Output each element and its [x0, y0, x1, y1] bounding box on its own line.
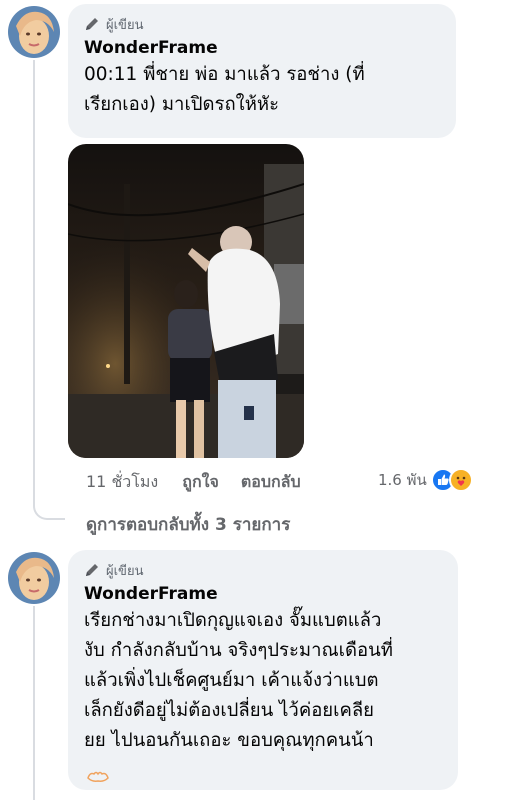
comment-text: 00:11 พี่ชาย พ่อ มาแล้ว รอช่าง (ที่ เรีย…	[84, 60, 440, 120]
author-badge: ผู้เขียน	[84, 560, 442, 580]
thread-line	[33, 606, 35, 800]
comment-photo[interactable]	[68, 144, 304, 458]
comment-author[interactable]: WonderFrame	[84, 584, 442, 604]
hands-emoji-icon	[86, 768, 110, 788]
comment-text-line: ยย ไปนอนกันเถอะ ขอบคุณทุกคนน้า	[84, 730, 374, 751]
comment-text-line: งับ กำลังกลับบ้าน จริงๆประมาณเดือนที่	[84, 640, 393, 661]
comment-text-line: 00:11 พี่ชาย พ่อ มาแล้ว รอช่าง (ที่	[84, 64, 365, 85]
comment-author[interactable]: WonderFrame	[84, 38, 440, 58]
like-button[interactable]: ถูกใจ	[182, 470, 219, 495]
comment-text-line: เล็กยังดีอยู่ไม่ต้องเปลี่ยน ไว้ค่อยเคลีย	[84, 700, 375, 721]
author-badge-label: ผู้เขียน	[106, 17, 144, 33]
comment-text-line: แล้วเพิ่งไปเช็คศูนย์มา เค้าแจ้งว่าแบต	[84, 670, 379, 691]
pencil-icon	[86, 18, 98, 30]
reaction-icons	[430, 468, 473, 492]
thread-reply-connector	[33, 490, 65, 520]
author-badge: ผู้เขียน	[84, 14, 440, 34]
comment-actions: 11 ชั่วโมง ถูกใจ ตอบกลับ	[86, 470, 323, 494]
author-badge-label: ผู้เขียน	[106, 563, 144, 579]
avatar[interactable]	[8, 552, 60, 604]
reply-button[interactable]: ตอบกลับ	[241, 470, 301, 495]
view-replies-link[interactable]: ดูการตอบกลับทั้ง 3 รายการ	[86, 511, 290, 538]
care-reaction-icon	[448, 468, 473, 492]
comment-timestamp[interactable]: 11 ชั่วโมง	[86, 470, 158, 495]
reaction-count: 1.6 พัน	[378, 471, 427, 489]
comment-bubble: ผู้เขียน WonderFrame 00:11 พี่ชาย พ่อ มา…	[68, 4, 456, 138]
reaction-summary[interactable]: 1.6 พัน	[378, 468, 473, 492]
comment-text: เรียกช่างมาเปิดกุญแจเอง จั๊มแบตแล้ว งับ …	[84, 606, 442, 756]
avatar[interactable]	[8, 6, 60, 58]
comment-bubble: ผู้เขียน WonderFrame เรียกช่างมาเปิดกุญแ…	[68, 550, 458, 790]
pencil-icon	[86, 564, 98, 576]
comment-text-line: เรียกเอง) มาเปิดรถให้หัะ	[84, 94, 280, 115]
thread-line	[33, 60, 35, 492]
comment-text-line: เรียกช่างมาเปิดกุญแจเอง จั๊มแบตแล้ว	[84, 610, 382, 631]
